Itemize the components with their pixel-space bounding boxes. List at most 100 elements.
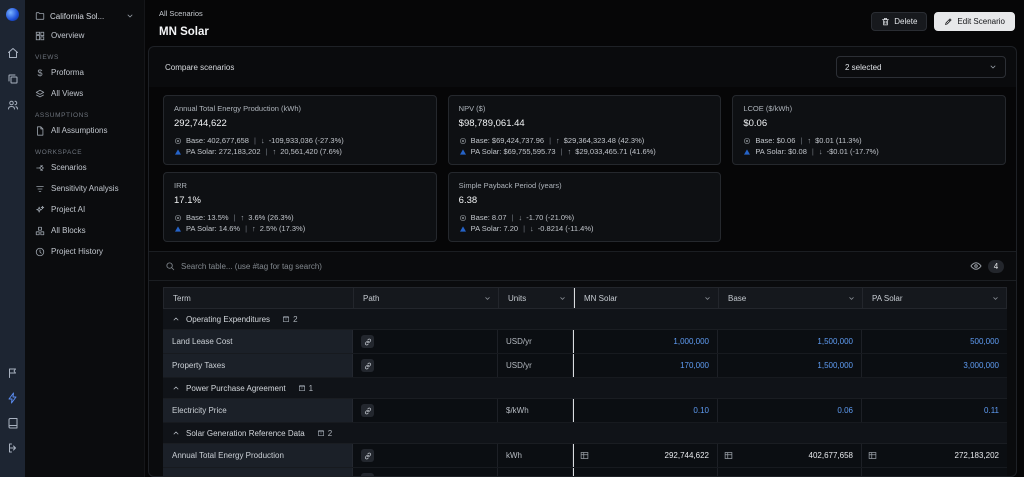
kpi-title: Simple Payback Period (years) [458, 181, 562, 190]
app-logo-icon[interactable] [6, 8, 19, 21]
sidebar-item-overview[interactable]: Overview [33, 25, 136, 46]
edit-scenario-button[interactable]: Edit Scenario [934, 12, 1015, 31]
sidebar-item-proforma[interactable]: $ Proforma [33, 62, 136, 83]
table-row[interactable]: Land Lease Cost USD/yr 1,000,000 1,500,0… [163, 330, 1007, 354]
column-header-path[interactable]: Path [354, 288, 499, 308]
table-row[interactable]: Property Taxes USD/yr 170,000 1,500,000 … [163, 354, 1007, 378]
pencil-icon [944, 17, 953, 26]
breadcrumb[interactable]: All Scenarios [159, 9, 209, 18]
path-link-chip[interactable] [361, 473, 374, 476]
pa-solar-value-cell[interactable]: 272,183,202 [862, 468, 1007, 476]
table-search-row: 4 [149, 251, 1016, 281]
path-link-chip[interactable] [361, 359, 374, 372]
sidebar-item-sensitivity-analysis[interactable]: Sensitivity Analysis [33, 178, 136, 199]
separator: | [523, 224, 526, 233]
trend-arrow-icon: ↓ [260, 136, 265, 145]
kpi-base-delta: -109,933,036 (-27.3%) [268, 136, 344, 145]
base-value-cell[interactable]: 0.06 [718, 399, 862, 422]
kpi-value: $0.06 [743, 118, 768, 129]
clock-icon [35, 247, 45, 257]
column-header-term[interactable]: Term [164, 288, 354, 308]
trend-arrow-icon: ↑ [272, 147, 277, 156]
sidebar-item-all-views[interactable]: All Views [33, 83, 136, 104]
users-icon[interactable] [7, 99, 19, 111]
pa-solar-value-cell[interactable]: 500,000 [862, 330, 1007, 353]
edit-scenario-button-label: Edit Scenario [957, 17, 1005, 26]
table-group-operating-expenditures[interactable]: Operating Expenditures 2 [163, 309, 1007, 330]
separator: | [245, 224, 248, 233]
mn-solar-value-cell[interactable]: 292,744,622 [573, 444, 718, 467]
separator: | [265, 147, 268, 156]
table-group-solar-generation-reference-data[interactable]: Solar Generation Reference Data 2 [163, 423, 1007, 444]
comparison-table: Term Path Units MN Solar Base PA Solar O… [163, 287, 1007, 476]
pa-solar-value-cell[interactable]: 272,183,202 [862, 444, 1007, 467]
trash-icon [881, 17, 890, 26]
kpi-pa-value: PA Solar: $0.08 [755, 147, 807, 156]
table-row[interactable]: Electricity Price $/kWh 0.10 0.06 0.11 [163, 399, 1007, 423]
kpi-pa-value: PA Solar: 272,183,202 [186, 147, 261, 156]
table-row[interactable]: Annual Total Energy Production kWh 292,7… [163, 444, 1007, 468]
column-header-pa-solar[interactable]: PA Solar [863, 288, 1006, 308]
pa-solar-triangle-icon [174, 148, 182, 156]
base-value-cell[interactable]: 1,500,000 [718, 330, 862, 353]
page-header: All Scenarios MN Solar Delete Edit Scena… [145, 0, 1024, 45]
base-target-icon [459, 137, 467, 145]
project-selector[interactable]: California Sol... [33, 9, 136, 25]
link-icon [364, 407, 372, 415]
sidebar-item-all-blocks[interactable]: All Blocks [33, 220, 136, 241]
docs-icon[interactable] [7, 417, 19, 429]
kpi-pa-delta: $29,033,465.71 (41.6%) [575, 147, 656, 156]
mn-solar-value-cell[interactable]: 170,000 [573, 354, 718, 377]
sidebar-item-label: Sensitivity Analysis [51, 184, 119, 193]
trend-arrow-icon: ↓ [530, 224, 534, 233]
sidebar-section-workspace: WORKSPACE [35, 149, 83, 156]
box-icon [298, 384, 306, 392]
table-group-power-purchase-agreement[interactable]: Power Purchase Agreement 1 [163, 378, 1007, 399]
path-link-chip[interactable] [361, 404, 374, 417]
base-value-cell[interactable]: 1,500,000 [718, 354, 862, 377]
path-link-chip[interactable] [361, 335, 374, 348]
mn-solar-value-cell[interactable]: 0.10 [573, 399, 718, 422]
projects-icon[interactable] [7, 73, 19, 85]
mn-solar-value-cell[interactable]: 1,000,000 [573, 330, 718, 353]
pa-solar-value-cell[interactable]: 3,000,000 [862, 354, 1007, 377]
link-icon [364, 476, 372, 477]
sidebar-item-project-ai[interactable]: Project AI [33, 199, 136, 220]
search-input[interactable] [181, 261, 964, 271]
separator: | [253, 136, 256, 145]
column-header-base[interactable]: Base [719, 288, 863, 308]
sidebar-item-project-history[interactable]: Project History [33, 241, 136, 262]
sparkles-icon [35, 205, 45, 215]
path-link-chip[interactable] [361, 449, 374, 462]
column-header-mn-solar[interactable]: MN Solar [574, 288, 719, 308]
zap-icon[interactable] [7, 392, 19, 404]
kpi-value: 6.38 [458, 195, 478, 206]
hidden-columns-count-badge[interactable]: 4 [988, 259, 1004, 273]
logout-icon[interactable] [7, 442, 19, 454]
kpi-pa-delta: -0.8214 (-11.4%) [537, 224, 594, 233]
eye-icon[interactable] [970, 260, 982, 272]
table-header-row: Term Path Units MN Solar Base PA Solar [163, 287, 1007, 309]
trend-arrow-icon: ↓ [518, 213, 523, 222]
sidebar-item-label: Overview [51, 31, 85, 40]
kpi-title: IRR [174, 181, 187, 190]
home-icon[interactable] [7, 47, 19, 59]
filter-icon [35, 184, 45, 194]
kpi-pa-row: PA Solar: $0.08 | ↓ -$0.01 (-17.7%) [743, 146, 995, 157]
separator: | [549, 136, 552, 145]
chevron-up-icon [172, 315, 180, 323]
chevron-down-icon [992, 295, 999, 302]
sidebar-item-scenarios[interactable]: Scenarios [33, 157, 136, 178]
column-header-units[interactable]: Units [499, 288, 574, 308]
flag-icon[interactable] [7, 367, 19, 379]
pa-solar-value-cell[interactable]: 0.11 [862, 399, 1007, 422]
table-row[interactable]: Monthly Generation Profile kWh 292,744,6… [163, 468, 1007, 476]
base-value-cell[interactable]: 402,677,658 [718, 444, 862, 467]
sidebar-item-all-assumptions[interactable]: All Assumptions [33, 120, 136, 141]
delete-button[interactable]: Delete [871, 12, 928, 31]
path-cell [353, 468, 498, 476]
units-cell: kWh [498, 444, 573, 467]
mn-solar-value-cell[interactable]: 292,744,622 [573, 468, 718, 476]
scenario-select[interactable]: 2 selected [836, 56, 1006, 78]
base-value-cell[interactable]: 402,677,658 [718, 468, 862, 476]
